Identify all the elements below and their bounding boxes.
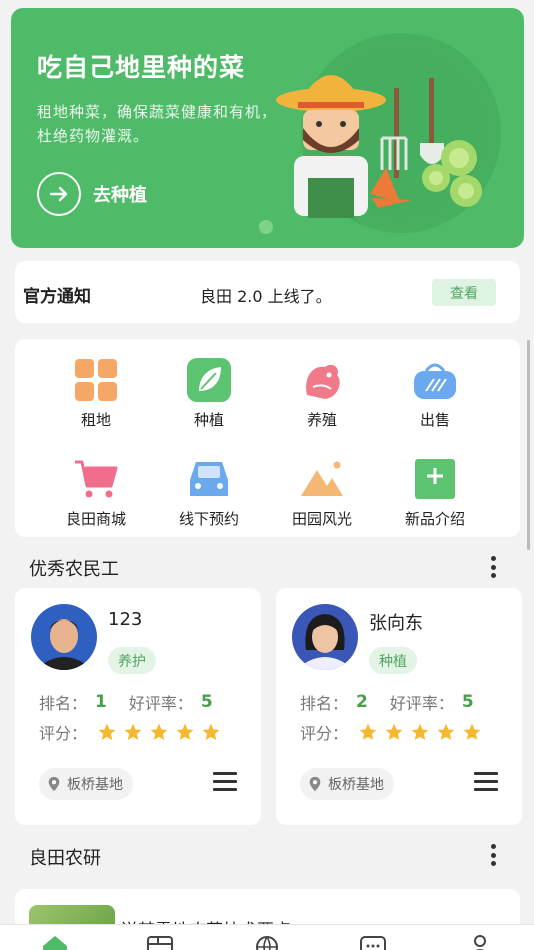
worker-card[interactable]: 123 养护 排名： 1 好评率： 5 评分： 板桥基地 [15,588,261,825]
feature-menu: 租地 种植 养殖 出售 良田商城 线下预约 田园风光 新品介绍 [15,339,520,537]
worker-location[interactable]: 板桥基地 [300,768,394,800]
menu-item-plant[interactable]: 种植 [159,357,259,430]
location-pin-icon [48,776,60,792]
worker-score: 评分： [39,720,221,744]
home-icon[interactable] [40,934,70,950]
research-more-icon[interactable] [483,842,503,868]
arrow-right-icon [37,172,81,216]
worker-name: 张向东 [369,613,423,634]
star-icon [359,723,377,740]
star-rating [97,722,221,742]
star-icon [385,723,403,740]
rank-label: 排名： [300,694,349,713]
go-plant-label: 去种植 [93,185,147,206]
land-grid-icon [75,359,117,401]
star-icon [437,723,455,740]
globe-icon[interactable] [252,934,282,950]
menu-item-label: 线下预约 [178,510,239,528]
rank-value: 1 [95,692,107,712]
bag-icon [414,363,456,399]
notice-text: 良田 2.0 上线了。 [200,287,332,306]
location-pin-icon [309,776,321,792]
scrollbar[interactable] [527,340,530,550]
location-label: 板桥基地 [67,777,123,793]
menu-icon[interactable] [213,772,237,792]
chat-icon[interactable] [358,934,388,950]
star-icon [176,723,194,740]
menu-item-new-products[interactable]: 新品介绍 [385,456,485,529]
rate-label: 好评率： [128,694,193,713]
star-icon [411,723,429,740]
score-label: 评分： [300,724,349,743]
rank-label: 排名： [39,694,88,713]
mountain-icon [301,461,343,496]
go-plant-button[interactable]: 去种植 [37,172,147,216]
menu-item-scenery[interactable]: 田园风光 [272,456,372,529]
rate-value: 5 [461,692,474,712]
menu-item-label: 田园风光 [291,510,352,528]
worker-card[interactable]: 张向东 种植 排名： 2 好评率： 5 评分： 板桥基地 [276,588,522,825]
worker-tag: 养护 [108,647,156,674]
cart-icon [75,460,118,498]
leaf-icon [187,358,231,402]
rate-value: 5 [200,692,213,712]
research-section-title: 良田农研 [29,848,101,869]
farmer-illustration [276,33,501,233]
bottom-tab-bar [0,924,534,950]
star-icon [150,723,168,740]
star-icon [463,723,481,740]
promo-banner[interactable]: 吃自己地里种的菜 租地种菜，确保蔬菜健康和有机，杜绝药物灌溉。 去种植 [11,8,524,248]
worker-score: 评分： [300,720,482,744]
menu-item-offline-booking[interactable]: 线下预约 [159,456,259,529]
plus-square-icon [415,459,455,499]
menu-item-label: 种植 [193,411,224,429]
menu-item-label: 出售 [419,411,450,429]
chicken-icon [306,364,340,399]
carousel-indicator[interactable] [259,220,273,234]
rate-label: 好评率： [389,694,454,713]
banner-description: 租地种菜，确保蔬菜健康和有机，杜绝药物灌溉。 [37,103,278,145]
menu-item-label: 良田商城 [65,510,126,528]
location-label: 板桥基地 [328,777,384,793]
field-icon[interactable] [145,934,175,950]
user-icon[interactable] [465,934,495,950]
banner-title: 吃自己地里种的菜 [37,53,246,82]
avatar [31,604,97,670]
rank-value: 2 [356,692,368,712]
avatar [292,604,358,670]
menu-item-label: 养殖 [306,411,337,429]
view-notice-button[interactable]: 查看 [432,279,496,306]
star-icon [124,723,142,740]
menu-item-label: 租地 [80,411,111,429]
worker-stats: 排名： 2 好评率： 5 [300,690,496,714]
workers-more-icon[interactable] [483,554,503,580]
star-icon [98,723,116,740]
score-label: 评分： [39,724,88,743]
official-notice-bar[interactable]: 官方通知 良田 2.0 上线了。 查看 [15,261,520,323]
worker-location[interactable]: 板桥基地 [39,768,133,800]
notice-title: 官方通知 [23,287,91,307]
menu-item-label: 新品介绍 [404,510,465,528]
workers-section-title: 优秀农民工 [29,559,119,580]
star-rating [358,722,482,742]
worker-stats: 排名： 1 好评率： 5 [39,690,235,714]
star-icon [202,723,220,740]
car-icon [190,462,228,496]
worker-tag: 种植 [369,647,417,674]
worker-name: 123 [108,609,143,630]
menu-item-sell[interactable]: 出售 [385,357,485,430]
menu-icon[interactable] [474,772,498,792]
menu-item-rent-land[interactable]: 租地 [46,357,146,430]
menu-item-breeding[interactable]: 养殖 [272,357,372,430]
menu-item-mall[interactable]: 良田商城 [46,456,146,529]
